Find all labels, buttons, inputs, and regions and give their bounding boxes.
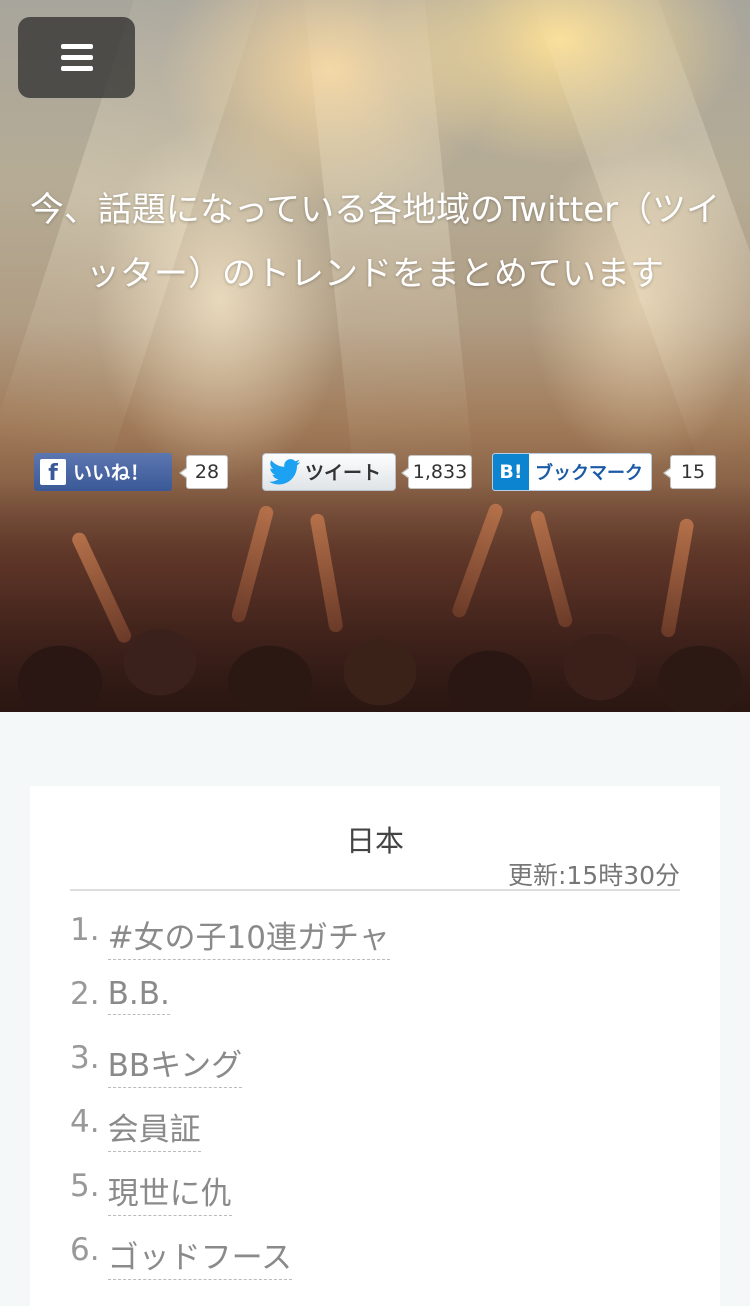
facebook-like-button[interactable]: f いいね！ xyxy=(34,452,172,491)
trend-link[interactable]: 現世に仇 xyxy=(107,1168,232,1216)
hatena-bookmark-label: ブックマーク xyxy=(535,462,643,484)
updated-time: 更新:15時30分 xyxy=(507,861,680,890)
tweet-count: 1,833 xyxy=(401,454,472,489)
trend-link[interactable]: #女の子10連ガチャ xyxy=(107,912,390,960)
list-item: 4. 会員証 xyxy=(70,1104,680,1168)
list-item: 6. ゴッドフース xyxy=(70,1232,680,1296)
tweet-label: ツイート xyxy=(305,462,382,484)
facebook-like-count: 28 xyxy=(179,454,228,489)
twitter-bird-icon xyxy=(269,458,301,484)
trend-rank: 4. xyxy=(70,1104,100,1140)
divider xyxy=(70,889,680,891)
hatena-bookmark-count: 15 xyxy=(663,454,716,489)
trend-link[interactable]: 会員証 xyxy=(107,1104,201,1152)
trend-rank: 3. xyxy=(70,1040,100,1076)
trend-rank: 2. xyxy=(70,976,100,1012)
list-item: 2. B.B. xyxy=(70,976,680,1040)
hamburger-icon xyxy=(60,44,93,49)
list-item: 5. 現世に仇 xyxy=(70,1168,680,1232)
trend-link[interactable]: BBキング xyxy=(107,1040,243,1088)
trend-link[interactable]: B.B. xyxy=(107,976,170,1015)
hatena-bookmark-group: B! ブックマーク 15 xyxy=(492,451,716,492)
facebook-icon: f xyxy=(40,458,66,485)
twitter-tweet-group: ツイート 1,833 xyxy=(262,451,472,492)
page-title: 今、話題になっている各地域のTwitter（ツイッター）のトレンドをまとめていま… xyxy=(29,190,721,294)
facebook-like-group: f いいね！ 28 xyxy=(34,451,228,492)
facebook-like-label: いいね！ xyxy=(73,462,150,484)
tweet-button[interactable]: ツイート xyxy=(262,452,396,491)
hatena-bookmark-button[interactable]: B! ブックマーク xyxy=(492,452,652,491)
trend-link[interactable]: ゴッドフース xyxy=(107,1232,293,1280)
list-item: 3. BBキング xyxy=(70,1040,680,1104)
list-item: 1. #女の子10連ガチャ xyxy=(70,912,680,976)
hatena-bookmark-icon: B! xyxy=(493,453,529,490)
trend-list: 1. #女の子10連ガチャ 2. B.B. 3. BBキング 4. 会員証 5.… xyxy=(70,912,680,1296)
trend-rank: 5. xyxy=(70,1168,100,1204)
trend-rank: 6. xyxy=(70,1232,100,1268)
hero-banner: 今、話題になっている各地域のTwitter（ツイッター）のトレンドをまとめていま… xyxy=(0,0,750,712)
menu-button[interactable] xyxy=(18,17,135,98)
crowd-image xyxy=(0,482,750,712)
section-title: 日本 xyxy=(345,824,404,858)
trend-rank: 1. xyxy=(70,912,100,948)
